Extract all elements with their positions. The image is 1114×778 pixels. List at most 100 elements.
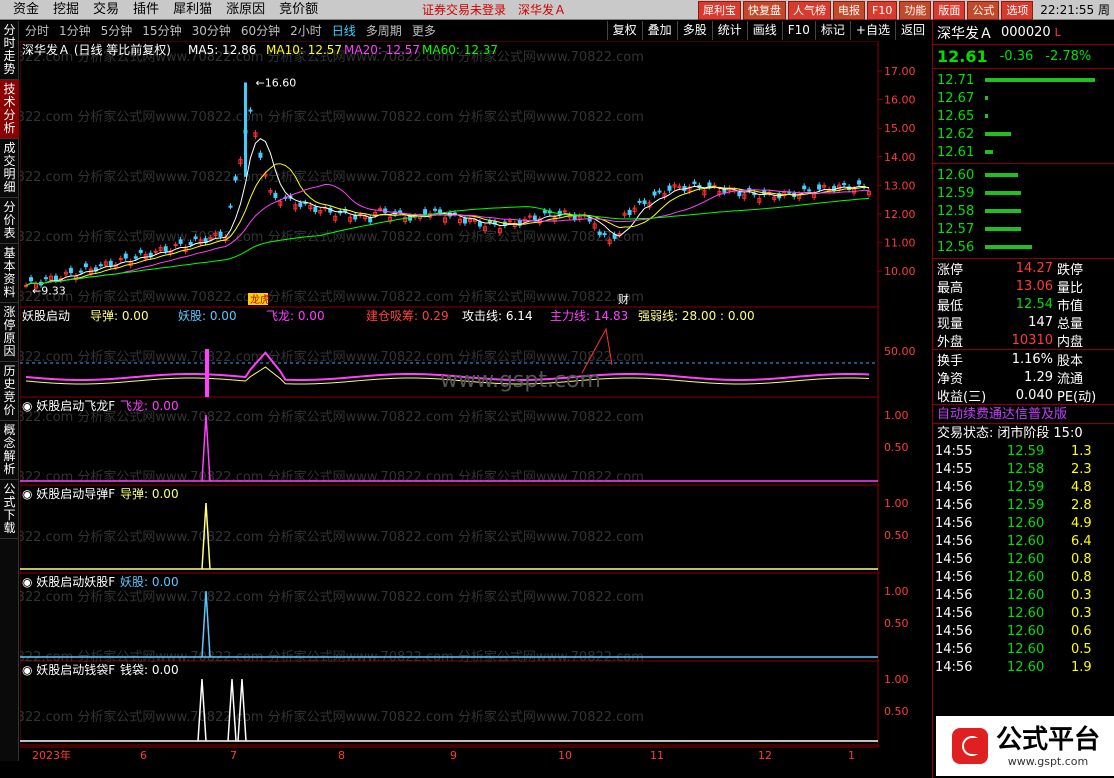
login-status-text[interactable]: 证券交易未登录 bbox=[422, 0, 506, 20]
chart-svg[interactable]: 70822.com 分析家公式网www.70822.com 分析家公式网www.… bbox=[0, 40, 930, 762]
tool-button-4[interactable]: 画线 bbox=[746, 21, 782, 40]
tick-time: 14:56 bbox=[935, 479, 973, 495]
period-0[interactable]: 分时 bbox=[20, 21, 54, 41]
stat2-label-right: 股本 bbox=[1057, 353, 1084, 369]
menu-item-5[interactable]: 涨原因 bbox=[219, 0, 272, 20]
sub2-ytick1: 1.00 bbox=[884, 409, 909, 422]
tool-button-0[interactable]: 复权 bbox=[606, 21, 642, 40]
tool-button-2[interactable]: 多股 bbox=[676, 21, 712, 40]
period-6[interactable]: 2小时 bbox=[285, 21, 327, 41]
tool-button-5[interactable]: F10 bbox=[781, 21, 815, 40]
stock-name: 深华发Ａ bbox=[937, 25, 993, 42]
x-tick-label: 1 bbox=[848, 749, 855, 761]
period-3[interactable]: 15分钟 bbox=[137, 21, 186, 41]
sub1-item-5: 主力线: 14.83 bbox=[550, 309, 628, 323]
tick-list: 14:55 12.59 1.3 14:55 12.58 2.3 14:56 12.59 4.8 1… bbox=[933, 442, 1114, 676]
ma-label-1: MA10: 12.57 bbox=[266, 43, 342, 57]
side-tab-5[interactable]: 涨停原因 bbox=[0, 303, 19, 362]
ma-label-3: MA60: 12.37 bbox=[422, 43, 498, 57]
asks-bar bbox=[985, 132, 1012, 136]
tick-time: 14:56 bbox=[935, 605, 973, 621]
price-change-pct: -2.78% bbox=[1045, 49, 1092, 64]
period-2[interactable]: 5分钟 bbox=[96, 21, 138, 41]
bids-bar bbox=[985, 245, 1033, 249]
candle-body bbox=[477, 221, 482, 227]
tick-time: 14:56 bbox=[935, 515, 973, 531]
stat-value: 147 bbox=[1028, 314, 1053, 330]
tool-button-1[interactable]: 叠加 bbox=[641, 21, 677, 40]
login-notice: 证券交易未登录 深华发Ａ bbox=[422, 0, 566, 20]
tool-button-7[interactable]: +自选 bbox=[849, 21, 895, 40]
period-7[interactable]: 日线 bbox=[327, 21, 361, 41]
menu-item-2[interactable]: 交易 bbox=[86, 0, 126, 20]
period-1[interactable]: 1分钟 bbox=[54, 21, 96, 41]
y-tick-label: 14.00 bbox=[884, 151, 916, 164]
menu-item-1[interactable]: 挖掘 bbox=[46, 0, 86, 20]
menu-item-6[interactable]: 竞价额 bbox=[272, 0, 325, 20]
candle-body bbox=[178, 239, 183, 244]
tick-price: 12.60 bbox=[1007, 605, 1045, 621]
side-tab-3[interactable]: 分价表 bbox=[0, 198, 19, 244]
candle-body bbox=[353, 214, 358, 220]
sub4-ytick1: 1.00 bbox=[884, 585, 909, 598]
side-tab-1[interactable]: 技术分析 bbox=[0, 80, 19, 139]
menu-item-0[interactable]: 资金 bbox=[6, 0, 46, 20]
period-9[interactable]: 更多 bbox=[407, 21, 441, 41]
sub1-ytick: 50.00 bbox=[884, 345, 916, 358]
candle-body bbox=[43, 277, 48, 280]
sub1-item-6: 强弱线: 28.00 : 0.00 bbox=[638, 309, 755, 323]
quick-button-6[interactable]: 版面 bbox=[933, 1, 966, 20]
app-window: 资金 挖掘 交易 插件 犀利猫 涨原因 竞价额 证券交易未登录 深华发Ａ 犀利宝 快复盘 人气榜… bbox=[0, 0, 1114, 778]
renew-link[interactable]: 自动续费通达信普及版 bbox=[933, 404, 1114, 423]
side-tab-2[interactable]: 成交明细 bbox=[0, 139, 19, 198]
quick-button-2[interactable]: 人气榜 bbox=[788, 1, 831, 20]
period-8[interactable]: 多周期 bbox=[361, 21, 407, 41]
menu-item-4[interactable]: 犀利猫 bbox=[166, 0, 219, 20]
tick-row: 14:56 12.59 2.8 bbox=[933, 496, 1114, 514]
x-tick-label: 8 bbox=[338, 749, 345, 761]
quick-button-3[interactable]: 电报 bbox=[833, 1, 865, 20]
chart-area[interactable]: 70822.com 分析家公式网www.70822.com 分析家公式网www.… bbox=[0, 40, 930, 762]
y-tick-label: 13.00 bbox=[884, 179, 916, 192]
x-tick-label: 7 bbox=[230, 749, 237, 761]
tool-button-3[interactable]: 统计 bbox=[711, 21, 747, 40]
candle-body bbox=[24, 285, 28, 287]
y-tick-label: 11.00 bbox=[884, 237, 916, 250]
candle-body bbox=[817, 184, 822, 190]
menu-item-3[interactable]: 插件 bbox=[126, 0, 166, 20]
quick-button-5[interactable]: 功能 bbox=[899, 1, 932, 20]
candle-body bbox=[273, 192, 278, 198]
candle-body bbox=[243, 82, 247, 177]
tick-volume: 0.5 bbox=[1071, 641, 1092, 657]
quick-button-4[interactable]: F10 bbox=[867, 1, 898, 20]
tick-time: 14:56 bbox=[935, 623, 973, 639]
tick-volume: 6.4 bbox=[1071, 533, 1092, 549]
candle-body bbox=[98, 264, 103, 267]
side-tab-0[interactable]: 分时走势 bbox=[0, 21, 19, 80]
period-4[interactable]: 30分钟 bbox=[187, 21, 236, 41]
quick-button-0[interactable]: 犀利宝 bbox=[698, 1, 741, 20]
tool-button-8[interactable]: 返回 bbox=[894, 21, 930, 40]
tick-time: 14:56 bbox=[935, 551, 973, 567]
candle-body bbox=[487, 220, 492, 223]
high-label: ←16.60 bbox=[255, 76, 296, 89]
side-tab-4[interactable]: 基本资料 bbox=[0, 244, 19, 303]
stat-label: 涨停 bbox=[937, 262, 964, 278]
quick-button-1[interactable]: 快复盘 bbox=[743, 1, 786, 20]
candle-body bbox=[193, 236, 198, 239]
tick-time: 14:56 bbox=[935, 659, 973, 675]
y-tick-label: 12.00 bbox=[884, 208, 916, 221]
side-tab-8[interactable]: 公式下载 bbox=[0, 480, 19, 539]
side-tab-6[interactable]: 历史竞价 bbox=[0, 362, 19, 421]
candle-body bbox=[462, 218, 467, 224]
watermark-text: 70822.com 分析家公式网www.70822.com 分析家公式网www.… bbox=[20, 589, 644, 605]
period-5[interactable]: 60分钟 bbox=[236, 21, 285, 41]
quick-button-8[interactable]: 选项 bbox=[1001, 1, 1034, 20]
tick-time: 14:56 bbox=[935, 497, 973, 513]
tool-button-6[interactable]: 标记 bbox=[814, 21, 850, 40]
candle-body bbox=[527, 215, 532, 218]
quick-button-7[interactable]: 公式 bbox=[967, 1, 1000, 20]
current-stock-link[interactable]: 深华发Ａ bbox=[518, 0, 566, 20]
side-tab-7[interactable]: 概念解析 bbox=[0, 421, 19, 480]
stat-row: 涨停 14.27 跌停 bbox=[933, 259, 1114, 278]
